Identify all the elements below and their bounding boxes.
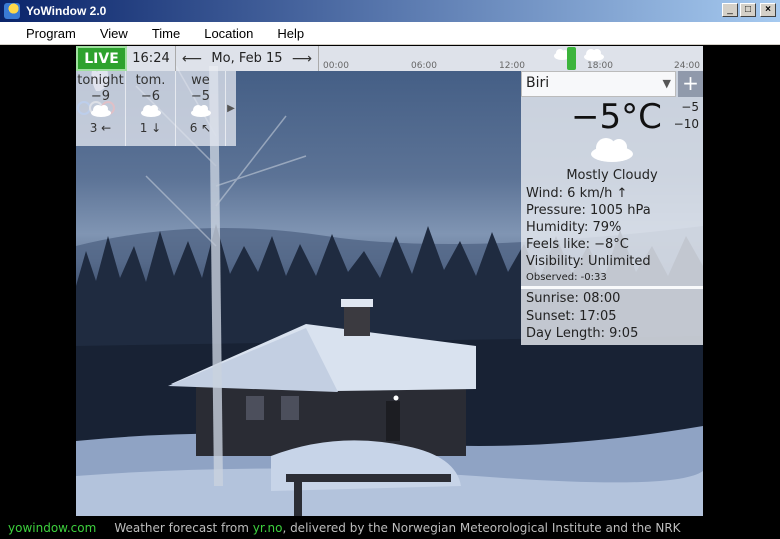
current-temperature: −5°C [571,97,662,137]
humidity-detail: Humidity: 79% [526,220,622,235]
menu-view[interactable]: View [88,26,140,41]
now-marker-slider[interactable] [567,47,576,70]
forecast-label: tonight [77,73,124,88]
feels-like-detail: Feels like: −8°C [526,237,629,252]
menu-program[interactable]: Program [14,26,88,41]
cloud-icon [584,49,604,61]
menu-help[interactable]: Help [265,26,316,41]
weather-info-panel: Biri ▼ + −5°C −5 −10 Mostly Cloudy Wind:… [521,71,703,345]
forecast-wind: 6 ↖ [189,121,212,135]
forecast-wind: 1 ↓ [139,121,162,135]
credit-text: Weather forecast from yr.no, delivered b… [114,521,680,535]
chevron-down-icon: ▼ [662,77,671,90]
forecast-day-tonight[interactable]: tonight −9 3 ← [76,71,126,146]
cloud-icon [140,105,161,117]
app-window: YoWindow 2.0 _ □ × Program View Time Loc… [0,0,780,539]
window-title: YoWindow 2.0 [26,4,107,18]
add-location-button[interactable]: + [678,71,703,97]
time-bar: LIVE 16:24 ⟵ Mo, Feb 15 ⟶ 00:00 06:00 12… [76,46,703,71]
close-button[interactable]: × [760,3,776,17]
title-bar[interactable]: YoWindow 2.0 _ □ × [0,0,780,22]
temp-range: −5 −10 [674,99,699,133]
menu-location[interactable]: Location [192,26,265,41]
day-length-detail: Day Length: 9:05 [526,326,639,341]
yr-no-link[interactable]: yr.no [253,521,283,535]
tick-label: 12:00 [499,61,525,71]
menu-bar: Program View Time Location Help [0,22,780,45]
wind-detail: Wind: 6 km/h ↑ [526,186,628,201]
footer-bar: yowindow.com Weather forecast from yr.no… [0,516,780,539]
prev-day-arrow-icon[interactable]: ⟵ [182,51,202,67]
forecast-expand-arrow-icon[interactable]: ▶ [226,71,236,146]
tick-label: 18:00 [587,61,613,71]
forecast-day-wednesday[interactable]: we −5 6 ↖ [176,71,226,146]
tick-label: 24:00 [674,61,700,71]
current-date: Mo, Feb 15 [211,51,283,66]
date-navigator: ⟵ Mo, Feb 15 ⟶ [176,46,319,71]
location-select[interactable]: Biri ▼ [521,71,676,97]
yowindow-app-icon [4,3,20,19]
mostly-cloudy-icon [591,138,633,162]
minimize-button[interactable]: _ [722,3,738,17]
next-day-arrow-icon[interactable]: ⟶ [292,51,312,67]
location-name: Biri [526,75,550,91]
current-time: 16:24 [127,46,176,71]
cloud-icon [90,105,111,117]
forecast-day-tomorrow[interactable]: tom. −6 1 ↓ [126,71,176,146]
yowindow-link[interactable]: yowindow.com [8,521,96,535]
temp-low: −10 [673,117,699,131]
tick-label: 06:00 [411,61,437,71]
panel-divider [521,286,703,289]
cloud-icon [190,105,211,117]
day-timeline[interactable]: 00:00 06:00 12:00 18:00 24:00 [319,46,703,71]
temp-high: −5 [681,100,699,114]
pressure-detail: Pressure: 1005 hPa [526,203,651,218]
forecast-temp: −9 [90,89,111,104]
forecast-strip: tonight −9 3 ← tom. −6 1 ↓ we −5 6 ↖ ▶ [76,71,236,146]
maximize-button[interactable]: □ [740,3,756,17]
forecast-temp: −6 [140,89,161,104]
tick-label: 00:00 [323,61,349,71]
visibility-detail: Visibility: Unlimited [526,254,651,269]
condition-text: Mostly Cloudy [566,168,658,183]
forecast-label: tom. [135,73,166,88]
observed-detail: Observed: -0:33 [526,272,607,283]
menu-time[interactable]: Time [140,26,192,41]
forecast-wind: 3 ← [89,121,112,135]
sunrise-detail: Sunrise: 08:00 [526,291,621,306]
forecast-label: we [191,73,210,88]
credit-prefix: Weather forecast from [114,520,253,535]
sunset-detail: Sunset: 17:05 [526,309,617,324]
live-button[interactable]: LIVE [76,46,127,71]
forecast-temp: −5 [190,89,211,104]
credit-suffix: , delivered by the Norwegian Meteorologi… [282,520,681,535]
